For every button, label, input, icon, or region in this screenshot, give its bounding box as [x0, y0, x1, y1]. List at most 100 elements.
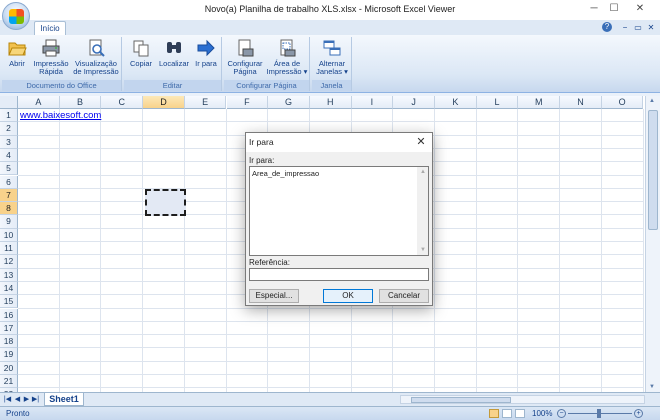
- row-header-15[interactable]: 15: [0, 295, 18, 309]
- row-header-7[interactable]: 7: [0, 188, 18, 203]
- column-header-a[interactable]: A: [18, 96, 60, 109]
- goto-button[interactable]: Ir para: [194, 38, 218, 68]
- minimize-button[interactable]: ─: [585, 2, 603, 16]
- ribbon: Abrir Impressão Rápida Visualização de I…: [0, 35, 660, 93]
- zoom-out-icon[interactable]: −: [557, 409, 566, 418]
- listbox-scrollbar[interactable]: ▲ ▼: [417, 167, 428, 255]
- row-header-10[interactable]: 10: [0, 228, 18, 242]
- next-sheet-icon[interactable]: ▶: [22, 395, 31, 404]
- select-all-corner[interactable]: [0, 96, 18, 109]
- first-sheet-icon[interactable]: |◀: [3, 395, 12, 404]
- row-header-12[interactable]: 12: [0, 255, 18, 269]
- zoom-level[interactable]: 100%: [532, 409, 552, 418]
- column-gridline: [434, 109, 435, 392]
- ribbon-restore-icon[interactable]: ▭: [632, 22, 644, 33]
- column-header-e[interactable]: E: [184, 96, 227, 109]
- column-header-m[interactable]: M: [518, 96, 561, 109]
- close-window-button[interactable]: ✕: [631, 2, 649, 16]
- selected-cells-d7-d8[interactable]: [145, 189, 186, 216]
- status-text: Pronto: [6, 409, 30, 418]
- column-header-h[interactable]: H: [309, 96, 352, 109]
- row-header-8[interactable]: 8: [0, 202, 18, 216]
- group-label: Configurar Página: [224, 80, 309, 91]
- row-header-18[interactable]: 18: [0, 335, 18, 349]
- column-header-i[interactable]: I: [351, 96, 394, 109]
- maximize-button[interactable]: ☐: [605, 2, 623, 16]
- scroll-down-icon[interactable]: ▼: [649, 384, 655, 390]
- row-header-17[interactable]: 17: [0, 321, 18, 336]
- column-header-d[interactable]: D: [143, 96, 185, 109]
- cancel-button[interactable]: Cancelar: [379, 289, 429, 303]
- copy-button[interactable]: Copiar: [127, 38, 155, 68]
- row-header-1[interactable]: 1: [0, 109, 18, 123]
- row-header-20[interactable]: 20: [0, 361, 18, 375]
- scroll-thumb[interactable]: [648, 110, 658, 230]
- page-setup-button[interactable]: Configurar Página: [225, 38, 265, 76]
- vertical-scrollbar[interactable]: ▲ ▼: [645, 96, 660, 392]
- horizontal-scrollbar[interactable]: [400, 395, 645, 404]
- switch-windows-button[interactable]: Alternar Janelas ▾: [313, 38, 351, 76]
- column-header-o[interactable]: O: [601, 96, 644, 109]
- last-sheet-icon[interactable]: ▶|: [31, 395, 40, 404]
- hscroll-thumb[interactable]: [411, 397, 511, 403]
- print-preview-button[interactable]: Visualização de Impressão: [72, 38, 120, 76]
- scroll-up-icon[interactable]: ▲: [649, 98, 655, 104]
- list-item[interactable]: Area_de_impressao: [252, 169, 426, 178]
- ribbon-close-icon[interactable]: ✕: [645, 22, 657, 33]
- column-gridline: [517, 109, 519, 392]
- row-header-2[interactable]: 2: [0, 122, 18, 136]
- sheet-tab-sheet1[interactable]: Sheet1: [44, 393, 84, 406]
- find-button[interactable]: Localizar: [156, 38, 192, 68]
- group-label: Editar: [124, 80, 221, 91]
- row-header-4[interactable]: 4: [0, 148, 18, 163]
- special-button[interactable]: Especial...: [249, 289, 299, 303]
- row-gridline: [18, 360, 644, 362]
- column-header-c[interactable]: C: [101, 96, 144, 109]
- row-gridline: [18, 387, 644, 389]
- row-header-19[interactable]: 19: [0, 348, 18, 362]
- row-header-16[interactable]: 16: [0, 308, 18, 322]
- column-header-l[interactable]: L: [476, 96, 519, 109]
- cell-a1-link[interactable]: www.baixesoft.com: [20, 110, 101, 121]
- dialog-close-icon[interactable]: ✕: [414, 135, 428, 149]
- column-header-n[interactable]: N: [560, 96, 602, 109]
- goto-listbox[interactable]: Area_de_impressao ▲ ▼: [249, 166, 429, 256]
- column-header-g[interactable]: G: [268, 96, 310, 109]
- row-header-3[interactable]: 3: [0, 135, 18, 149]
- scroll-up-icon[interactable]: ▲: [420, 169, 426, 175]
- row-header-11[interactable]: 11: [0, 242, 18, 256]
- print-area-button[interactable]: Área de Impressão ▾: [266, 38, 308, 76]
- ok-button[interactable]: OK: [323, 289, 373, 303]
- column-header-k[interactable]: K: [435, 96, 477, 109]
- normal-view-icon[interactable]: [489, 409, 499, 418]
- column-gridline: [58, 109, 60, 392]
- scroll-down-icon[interactable]: ▼: [420, 247, 426, 253]
- group-janela: Alternar Janelas ▾ Janela: [312, 37, 352, 91]
- column-gridline: [642, 109, 644, 392]
- row-header-14[interactable]: 14: [0, 281, 18, 296]
- open-button[interactable]: Abrir: [5, 38, 29, 68]
- page-layout-view-icon[interactable]: [502, 409, 512, 418]
- column-header-b[interactable]: B: [59, 96, 102, 109]
- binoculars-icon: [167, 42, 181, 53]
- group-label: Janela: [312, 80, 351, 91]
- ribbon-minimize-icon[interactable]: −: [619, 22, 631, 33]
- tab-inicio[interactable]: Início: [34, 21, 66, 35]
- prev-sheet-icon[interactable]: ◀: [13, 395, 22, 404]
- column-header-j[interactable]: J: [393, 96, 435, 109]
- row-header-21[interactable]: 21: [0, 375, 18, 389]
- row-header-13[interactable]: 13: [0, 268, 18, 282]
- row-header-6[interactable]: 6: [0, 175, 18, 189]
- help-icon[interactable]: ?: [602, 22, 612, 32]
- column-header-f[interactable]: F: [226, 96, 269, 109]
- row-header-5[interactable]: 5: [0, 162, 18, 176]
- quick-print-button[interactable]: Impressão Rápida: [32, 38, 70, 76]
- column-gridline: [225, 109, 227, 392]
- page-break-view-icon[interactable]: [515, 409, 525, 418]
- zoom-slider-thumb[interactable]: [597, 409, 601, 418]
- reference-input[interactable]: [249, 268, 429, 281]
- row-header-9[interactable]: 9: [0, 215, 18, 229]
- zoom-in-icon[interactable]: +: [634, 409, 643, 418]
- office-button[interactable]: [2, 2, 30, 30]
- print-preview-icon: [89, 39, 105, 57]
